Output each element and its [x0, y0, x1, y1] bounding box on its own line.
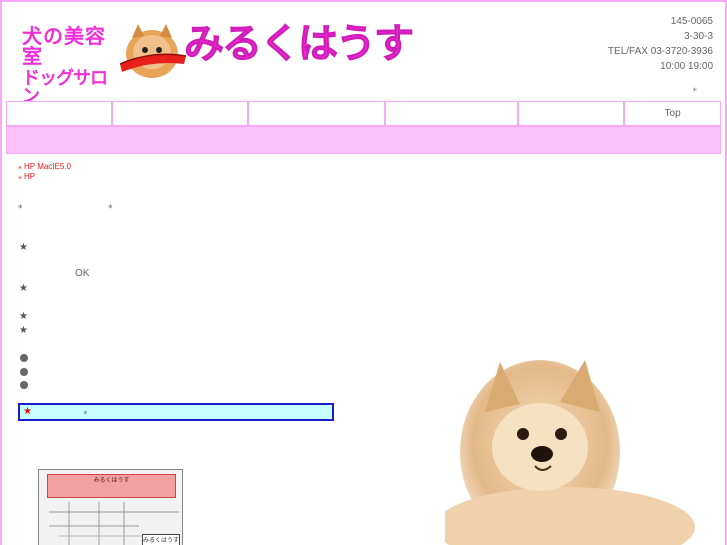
ok-text: OK — [75, 268, 90, 279]
notice-1: ⁎ HP MacIE5.0 — [18, 162, 358, 172]
nav-item-4[interactable] — [386, 102, 518, 125]
asterisk-mark: ⁎ — [692, 84, 698, 94]
logo-text[interactable]: 犬の美容室 ドッグサロン — [22, 26, 112, 106]
contact-info: 145-0065 3-30-3 TEL/FAX 03-3720-3936 10:… — [608, 14, 713, 74]
notice-mark-icon: ⁎ — [18, 172, 22, 181]
circle-bullet — [20, 354, 28, 362]
star-icon: ★ — [23, 406, 32, 417]
circle-bullet — [20, 381, 28, 389]
header: 犬の美容室 ドッグサロン みるくはうす 145-0065 3-30-3 TEL/… — [2, 2, 725, 106]
star-bullet: ★ — [19, 283, 28, 294]
main-content: ⁎ HP MacIE5.0 ⁎ HP — [18, 162, 358, 182]
logo-line1: 犬の美容室 — [22, 24, 106, 68]
dog-logo-icon[interactable] — [116, 20, 188, 82]
star-bullet: ★ — [19, 242, 28, 253]
circle-bullet — [20, 368, 28, 376]
phone: TEL/FAX 03-3720-3936 — [607, 46, 713, 57]
info-box[interactable]: ★ ⁎ — [18, 403, 334, 421]
nav-item-1[interactable] — [7, 102, 111, 125]
address: 3-30-3 — [684, 31, 713, 42]
star-bullet: ★ — [19, 311, 28, 322]
notice-2: ⁎ HP — [18, 172, 358, 182]
nav-item-5[interactable] — [519, 102, 624, 125]
business-hours: 10:00 19:00 — [660, 61, 713, 72]
nav-item-3[interactable] — [248, 102, 385, 125]
star-bullet: ★ — [19, 325, 28, 336]
notice-text: HP — [24, 172, 36, 181]
map-image[interactable]: みるくはうす みるくはうす — [38, 469, 183, 545]
map-shop-label: みるくはうす — [142, 534, 180, 545]
cross-mark: ⁎ — [18, 201, 23, 211]
map-title: みるくはうす — [47, 474, 176, 498]
nav-item-2[interactable] — [112, 102, 247, 125]
pomeranian-photo — [445, 360, 695, 545]
notice-text: HP MacIE5.0 — [24, 162, 71, 171]
site-title[interactable]: みるくはうす — [184, 24, 415, 65]
sub-header-band — [6, 126, 721, 154]
main-nav: Top — [6, 101, 721, 126]
nav-item-top[interactable]: Top — [625, 102, 721, 125]
notice-mark-icon: ⁎ — [18, 162, 22, 171]
cross-mark: ⁎ — [108, 201, 113, 211]
postal-code: 145-0065 — [670, 16, 713, 27]
cross-mark: ⁎ — [83, 407, 88, 417]
